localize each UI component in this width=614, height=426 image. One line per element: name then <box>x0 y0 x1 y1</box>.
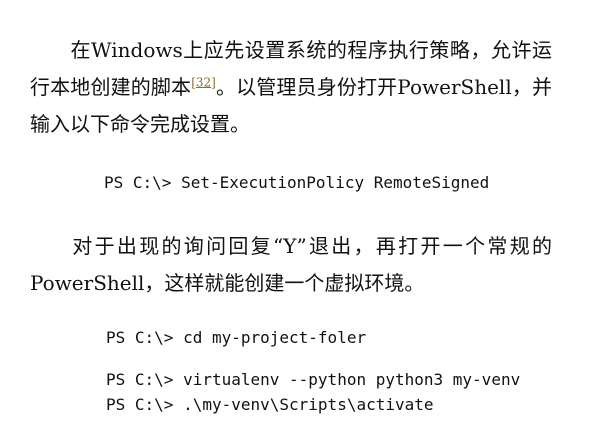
paragraph-create-venv: 对于出现的询问回复“Y”退出，再打开一个常规的PowerShell，这样就能创建… <box>30 228 552 302</box>
code-cd-project: PS C:\> cd my-project-foler <box>106 328 367 347</box>
code-create-virtualenv: PS C:\> virtualenv --python python3 my-v… <box>106 370 521 389</box>
paragraph2-text: 对于出现的询问回复“Y”退出，再打开一个常规的PowerShell，这样就能创建… <box>30 234 552 295</box>
paragraph-execution-policy: 在Windows上应先设置系统的程序执行策略，允许运行本地创建的脚本[32]。以… <box>30 32 552 143</box>
code-set-execution-policy: PS C:\> Set-ExecutionPolicy RemoteSigned <box>104 173 490 192</box>
code-activate-venv: PS C:\> .\my-venv\Scripts\activate <box>106 395 434 414</box>
citation-link[interactable]: [32] <box>191 75 216 89</box>
